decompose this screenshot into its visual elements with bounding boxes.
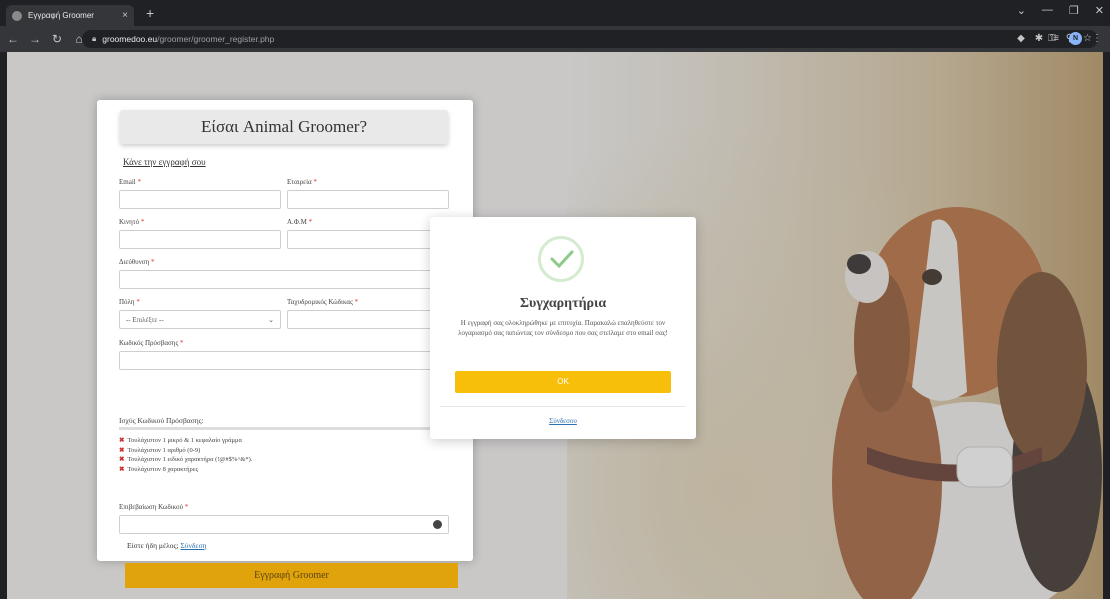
company-label: Εταιρεία *	[287, 178, 317, 186]
modal-title: Συγχαρητήρια	[519, 296, 607, 311]
success-check-icon	[538, 236, 584, 282]
cross-icon: ✖	[119, 437, 125, 444]
password-rules: ✖ Τουλάχιστον 1 μικρό & 1 κεφαλαίο γράμμα…	[119, 436, 252, 474]
city-select[interactable]: -- Επιλέξτε -- ⌄	[119, 310, 281, 329]
company-field[interactable]	[287, 190, 449, 209]
tab-title: Εγγραφή Groomer	[28, 11, 94, 20]
restore-button[interactable]: ❐	[1069, 4, 1079, 17]
rule-item: ✖ Τουλάχιστον 1 αριθμό (0-9)	[119, 446, 201, 454]
tab-strip: Εγγραφή Groomer × + ⌄ — ❐ ✕	[0, 0, 1110, 26]
window-controls: ⌄ — ❐ ✕	[1017, 4, 1104, 17]
address-bar[interactable]: 🔒︎ groomedoo.eu /groomer/groomer_registe…	[82, 30, 1098, 48]
page-viewport: Είσαι Animal Groomer? Κάνε την εγγραφή σ…	[7, 52, 1103, 599]
reload-icon[interactable]: ↻	[48, 32, 66, 46]
reading-list-icon[interactable]: ≡	[1053, 33, 1059, 44]
favicon-icon	[12, 10, 22, 21]
modal-login-link[interactable]: Σύνδεσου	[430, 417, 696, 425]
menu-kebab-icon[interactable]: ⋮	[1092, 33, 1102, 44]
back-icon[interactable]: ←	[4, 32, 22, 46]
tab-close-button[interactable]: ×	[122, 10, 128, 21]
success-modal: Συγχαρητήρια Η εγγραφή σας ολοκληρώθηκε …	[430, 217, 696, 439]
minimize-button[interactable]: —	[1042, 4, 1053, 17]
form-title: Είσαι Animal Groomer?	[120, 110, 448, 144]
browser-window: Εγγραφή Groomer × + ⌄ — ❐ ✕ ← → ↻ ⌂ 🔒︎ g…	[0, 0, 1110, 599]
email-label: Email *	[119, 178, 141, 186]
registration-form: Είσαι Animal Groomer? Κάνε την εγγραφή σ…	[97, 100, 473, 588]
address-field[interactable]	[119, 270, 449, 289]
rule-item: ✖ Τουλάχιστον 8 χαρακτήρες	[119, 465, 199, 473]
toolbar-icons: ◆ ✱ ≡ N ⋮	[1017, 32, 1102, 45]
strength-label: Ισχύς Κωδικού Πρόσβασης:	[119, 416, 204, 425]
new-tab-button[interactable]: +	[146, 5, 154, 21]
password-strength-bar	[119, 427, 449, 430]
rule-item: ✖ Τουλάχιστον 1 μικρό & 1 κεφαλαίο γράμμα	[119, 437, 242, 444]
member-text: Είστε ήδη μέλος; Σύνδεση	[127, 541, 207, 550]
url-path: /groomer/groomer_register.php	[157, 34, 275, 44]
vat-label: Α.Φ.Μ *	[287, 218, 313, 226]
city-label: Πόλη *	[119, 298, 140, 306]
forward-icon[interactable]: →	[26, 32, 44, 46]
modal-message: Η εγγραφή σας ολοκληρώθηκε με επιτυχία. …	[458, 319, 668, 337]
confirm-password-field[interactable]	[119, 515, 449, 534]
close-window-button[interactable]: ✕	[1095, 4, 1104, 17]
password-field[interactable]	[119, 351, 449, 370]
mobile-label: Κινητό *	[119, 218, 145, 226]
cross-icon: ✖	[119, 465, 125, 473]
vat-field[interactable]	[287, 230, 449, 249]
tab-search-button[interactable]: ⌄	[1017, 4, 1026, 17]
extensions-puzzle-icon[interactable]: ✱	[1035, 33, 1043, 44]
url-host: groomedoo.eu	[102, 34, 158, 44]
city-select-value: -- Επιλέξτε --	[126, 315, 164, 324]
form-subtitle: Κάνε την εγγραφή σου	[123, 157, 206, 167]
password-label: Κωδικός Πρόσβασης *	[119, 339, 184, 347]
eye-icon[interactable]	[433, 520, 442, 529]
modal-divider	[440, 406, 686, 407]
cross-icon: ✖	[119, 446, 125, 454]
extension-icon[interactable]: ◆	[1017, 33, 1025, 44]
login-link[interactable]: Σύνδεση	[180, 541, 206, 550]
chevron-down-icon: ⌄	[268, 315, 274, 324]
mobile-field[interactable]	[119, 230, 281, 249]
ok-button[interactable]: OK	[455, 371, 671, 393]
address-label: Διεύθυνση *	[119, 258, 155, 266]
cross-icon: ✖	[119, 456, 125, 463]
browser-toolbar: ← → ↻ ⌂ 🔒︎ groomedoo.eu /groomer/groomer…	[0, 26, 1110, 52]
confirm-password-label: Επιβεβαίωση Κωδικού *	[119, 503, 189, 511]
checkmark-icon	[550, 250, 574, 268]
profile-avatar[interactable]: N	[1069, 32, 1082, 45]
rule-item: ✖ Τουλάχιστον 1 ειδικό χαρακτήρα (!@#$%^&…	[119, 456, 253, 463]
browser-tab[interactable]: Εγγραφή Groomer ×	[6, 5, 134, 26]
register-button[interactable]: Εγγραφή Groomer	[125, 563, 458, 588]
postal-field[interactable]	[287, 310, 449, 329]
postal-label: Ταχυδρομικός Κώδικας *	[287, 298, 359, 306]
email-field[interactable]	[119, 190, 281, 209]
lock-icon[interactable]: 🔒︎	[92, 34, 96, 44]
